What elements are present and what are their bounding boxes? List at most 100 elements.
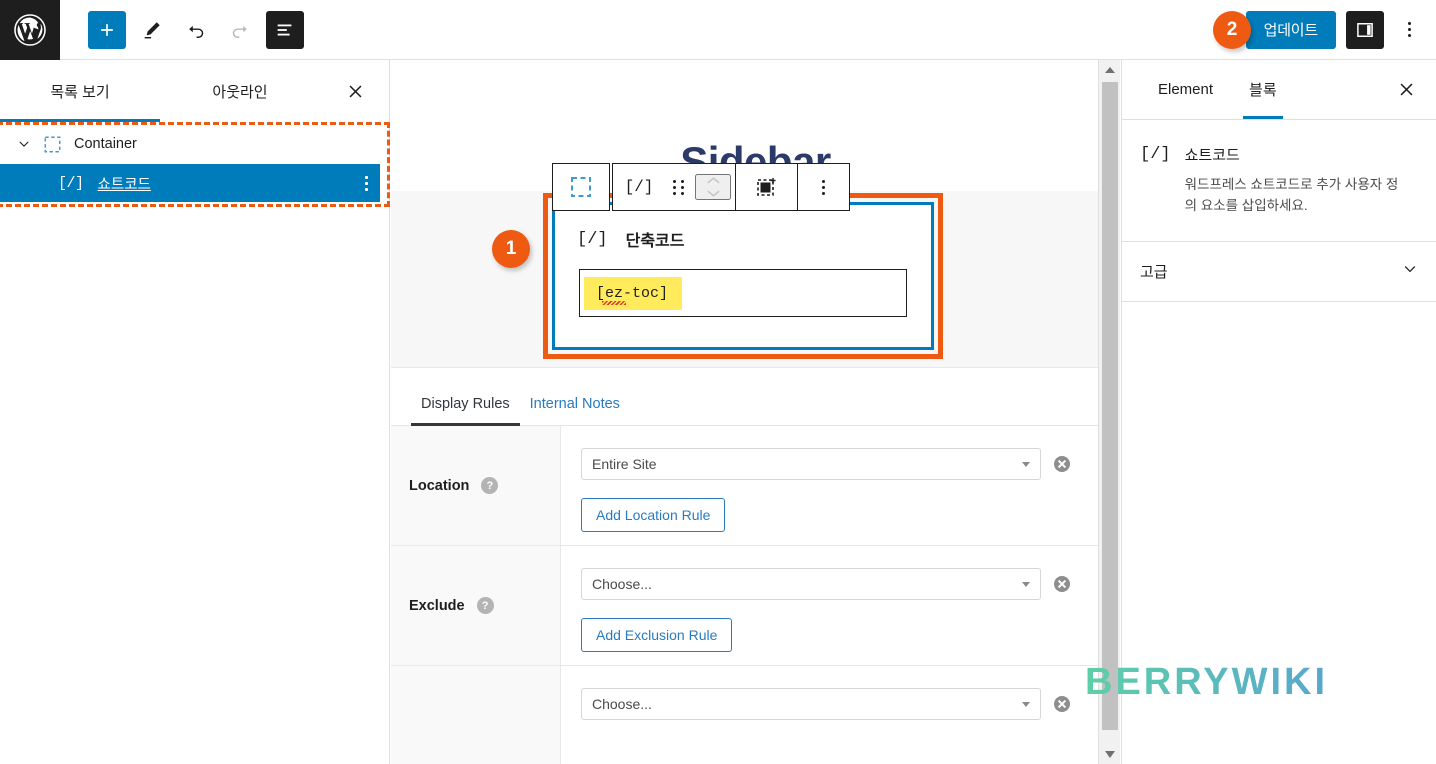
watermark: BERRYWIKI [1085,661,1329,703]
more-settings-icon [822,179,825,195]
chevron-down-icon [1022,461,1030,467]
advanced-section-header[interactable]: 고급 [1122,242,1436,302]
select-parent-block-button[interactable] [559,164,603,210]
close-settings-button[interactable] [1390,74,1422,106]
exclude-select-value: Choose... [592,576,652,592]
third-select[interactable]: Choose... [581,688,1041,720]
highlight-annotation-block: [/] 단축코드 [ez-toc] [543,193,943,359]
rule-row-exclude: Exclude ? Choose... Add Exclusion Rule [391,546,1120,666]
tab-element[interactable]: Element [1140,60,1231,119]
help-icon[interactable]: ? [481,477,499,494]
undo-button[interactable] [178,12,214,48]
tab-internal-notes[interactable]: Internal Notes [520,396,630,425]
chevron-down-icon [1022,701,1030,707]
list-item-shortcode[interactable]: [/] 쇼트코드 [0,164,380,202]
chevron-down-icon [1402,261,1418,282]
block-settings-tabs: Element 블록 [1122,60,1436,120]
block-options-icon [756,178,775,196]
chevron-down-icon [19,141,29,147]
tab-list-view[interactable]: 목록 보기 [0,60,160,122]
tab-block[interactable]: 블록 [1231,60,1295,119]
scroll-up-button[interactable] [1099,60,1121,80]
settings-sidebar-icon [1357,22,1373,37]
exclude-select[interactable]: Choose... [581,568,1041,600]
scroll-down-icon [1105,750,1115,758]
settings-sidebar-toggle-button[interactable] [1346,10,1384,49]
clear-icon [1053,456,1070,472]
close-list-view-button[interactable] [339,75,371,107]
select-parent-block-icon [571,177,591,197]
help-icon[interactable]: ? [476,597,494,614]
add-location-rule-button[interactable]: Add Location Rule [581,498,726,532]
scroll-up-icon [1105,66,1115,73]
rule-row-location: Location ? Entire Site Add Location Rule [391,426,1120,546]
scrollbar-thumb[interactable] [1102,82,1118,730]
clear-icon [1053,696,1070,712]
update-button[interactable]: 업데이트 [1245,10,1336,49]
clear-third-button[interactable] [1051,694,1072,715]
shortcode-input[interactable]: [ez-toc] [579,269,907,317]
wordpress-logo-icon[interactable] [0,0,60,60]
move-down-icon [706,190,720,197]
spellcheck-underline-icon [602,300,626,305]
block-info-title: 쇼트코드 [1184,147,1240,164]
move-block-button[interactable] [695,174,731,200]
top-bar-right-tools: 업데이트 [1245,10,1436,49]
close-icon [1400,83,1412,96]
top-bar-left-tools [60,10,304,49]
chevron-down-icon [1022,581,1030,587]
redo-button[interactable] [222,12,258,48]
block-type-button[interactable]: [/] [617,164,661,210]
expand-container-button[interactable] [12,132,36,156]
canvas-scrollbar[interactable] [1098,60,1120,764]
shortcode-block[interactable]: [/] 단축코드 [ez-toc] [552,202,934,350]
add-exclusion-rule-button[interactable]: Add Exclusion Rule [581,618,733,652]
container-block-icon [40,132,64,156]
display-rules-tabs: Display Rules Internal Notes [391,368,1120,426]
undo-arrow-icon [189,25,204,38]
block-list: Container [/] 쇼트코드 [0,122,389,202]
drag-handle-button[interactable] [661,164,695,210]
rule-body: Choose... Add Exclusion Rule [561,546,1120,665]
redo-arrow-icon [232,25,247,38]
add-block-button[interactable] [88,10,126,49]
marker-badge-1: 1 [492,230,530,268]
rule-select-line: Choose... [581,568,1120,600]
shortcode-block-header: [/] 단축코드 [555,205,931,251]
scroll-down-button[interactable] [1099,744,1121,764]
list-view-icon [277,24,292,35]
edit-tools-button[interactable] [134,12,170,48]
rule-label: Exclude [409,597,465,614]
tab-outline[interactable]: 아웃라인 [160,60,320,122]
shortcode-block-title: 단축코드 [625,233,685,250]
shortcode-block-icon: [/] [577,229,608,249]
list-view-toggle-button[interactable] [266,10,304,49]
editor-canvas: Sidebar [/] [/] 단축코드 [ez-toc] Display Ru… [391,60,1120,764]
rule-label: Location [409,477,470,494]
list-item-container[interactable]: Container [0,124,389,164]
move-up-icon [706,177,720,184]
block-info-description: 워드프레스 쇼트코드로 추가 사용자 정의 요소를 삽입하세요. [1184,177,1399,213]
block-options-button[interactable] [745,164,789,210]
rule-body: Choose... [561,666,1120,764]
block-info-card: [/] 쇼트코드 워드프레스 쇼트코드로 추가 사용자 정의 요소를 삽입하세요… [1122,120,1436,242]
block-options-group [736,163,798,211]
clear-exclude-button[interactable] [1051,574,1072,595]
shortcode-block-icon: [/] [624,178,654,196]
shortcode-block-icon: [/] [58,174,84,192]
block-more-group [798,163,850,211]
third-select-value: Choose... [592,696,652,712]
block-more-settings-button[interactable] [802,164,846,210]
rule-row-third: Choose... [391,666,1120,764]
more-options-button[interactable] [1394,11,1424,49]
more-options-icon [1407,22,1411,37]
drag-handle-icon [672,179,684,195]
block-settings-panel: Element 블록 [/] 쇼트코드 워드프레스 쇼트코드로 추가 사용자 정… [1121,60,1436,764]
clear-location-button[interactable] [1051,454,1072,475]
rule-select-line: Entire Site [581,448,1120,480]
location-select[interactable]: Entire Site [581,448,1041,480]
list-item-options-icon[interactable] [365,175,368,191]
tab-display-rules[interactable]: Display Rules [411,396,520,426]
display-rules-panel: Display Rules Internal Notes Location ? … [391,368,1120,764]
rule-label-cell: Location ? [391,426,561,545]
